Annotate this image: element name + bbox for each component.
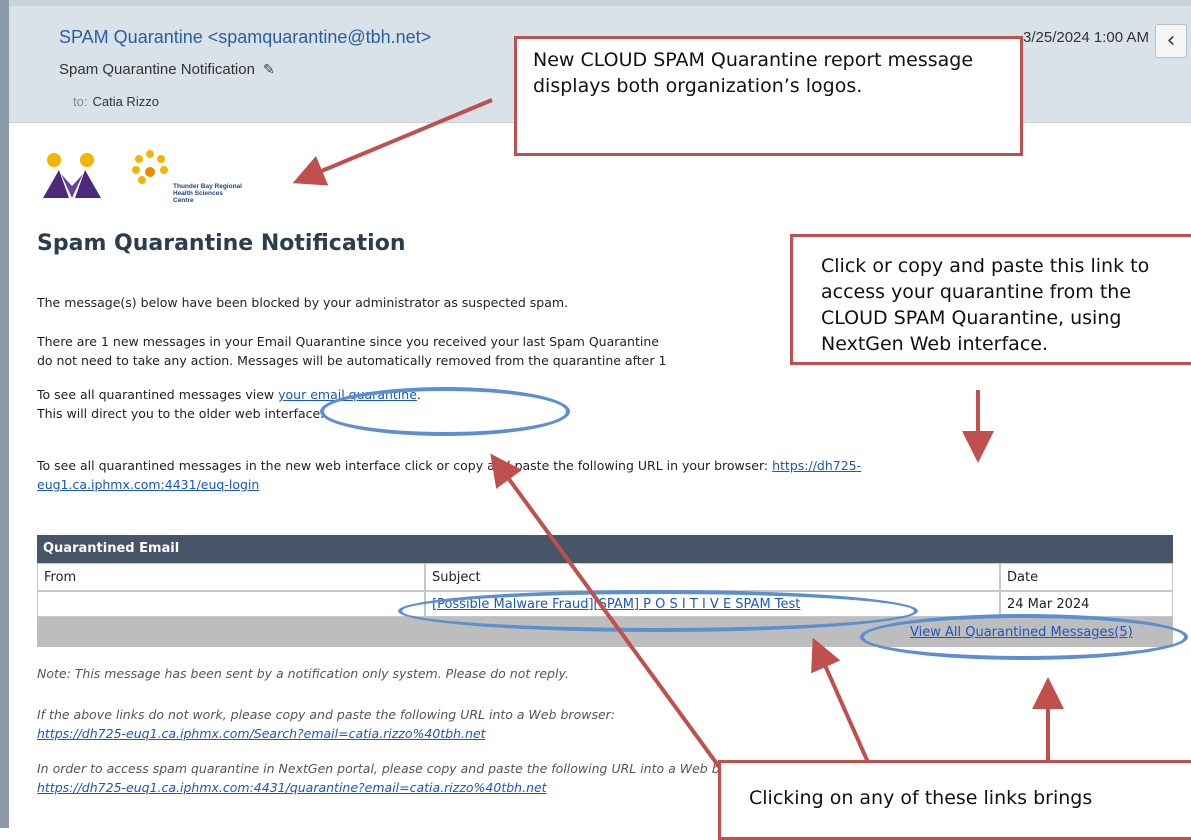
logo-caption: Thunder Bay Regional Health Sciences Cen… (173, 183, 242, 204)
view-text: To see all quarantined messages view (37, 387, 279, 402)
count-text-line1: There are 1 new messages in your Email Q… (37, 334, 659, 349)
count-text: There are 1 new messages in your Email Q… (37, 332, 666, 370)
column-header-subject: Subject (425, 563, 1000, 591)
search-url-link[interactable]: https://dh725-euq1.ca.iphmx.com/Search?e… (37, 726, 486, 741)
callout-logos: New CLOUD SPAM Quarantine report message… (514, 36, 1023, 156)
to-label: to: (73, 94, 88, 109)
fallback-instruction: If the above links do not work, please c… (37, 707, 615, 722)
nextgen-login-link[interactable]: https://dh725- (772, 458, 861, 473)
callout-nextgen-link: Click or copy and paste this link to acc… (790, 234, 1191, 365)
count-text-line2: do not need to take any action. Messages… (37, 353, 667, 368)
nextgen-instruction: In order to access spam quarantine in Ne… (37, 761, 767, 776)
logo-caption-line: Health Sciences (173, 190, 223, 197)
callout-links: Clicking on any of these links brings (718, 760, 1191, 840)
new-interface-prefix: To see all quarantined messages in the n… (37, 458, 773, 473)
intro-text: The message(s) below have been blocked b… (37, 295, 568, 310)
organization-logo (43, 153, 101, 198)
subject-text: Spam Quarantine Notification (59, 61, 255, 78)
highlight-ellipse-quarantine-link (320, 387, 570, 436)
sender-address[interactable]: SPAM Quarantine <spamquarantine@tbh.net> (59, 27, 431, 48)
email-subject: Spam Quarantine Notification ✎ (59, 61, 275, 78)
nextgen-login-link-cont[interactable]: eug1.ca.iphmx.com:4431/euq-login (37, 477, 259, 492)
chevron-left-icon: ‹ (1166, 28, 1176, 53)
quarantine-url-link[interactable]: https://dh725-euq1.ca.iphmx.com:4431/qua… (37, 780, 547, 795)
fallback-url-block: If the above links do not work, please c… (37, 705, 615, 743)
quarantine-table-title: Quarantined Email (37, 535, 1173, 563)
note-text: Note: This message has been sent by a no… (37, 666, 569, 681)
column-header-date: Date (1000, 563, 1173, 591)
highlight-ellipse-view-all (860, 614, 1188, 660)
email-date: 3/25/2024 1:00 AM (1023, 29, 1149, 46)
highlight-ellipse-subject-link (398, 590, 918, 632)
health-sciences-logo (132, 150, 168, 184)
recipient-line: to: Catia Rizzo (73, 94, 159, 109)
logo-caption-line: Centre (173, 197, 194, 204)
previous-button[interactable]: ‹ (1155, 24, 1187, 58)
cell-from (37, 591, 425, 617)
logo-caption-line: Thunder Bay Regional (173, 183, 242, 190)
nextgen-url-block: In order to access spam quarantine in Ne… (37, 759, 766, 797)
pencil-icon[interactable]: ✎ (263, 61, 275, 78)
new-interface-text: To see all quarantined messages in the n… (37, 456, 861, 494)
page-title: Spam Quarantine Notification (37, 231, 406, 256)
column-header-from: From (37, 563, 425, 591)
header-topline (9, 0, 1191, 6)
left-edge-bar (0, 0, 9, 828)
recipient-name[interactable]: Catia Rizzo (92, 94, 158, 109)
